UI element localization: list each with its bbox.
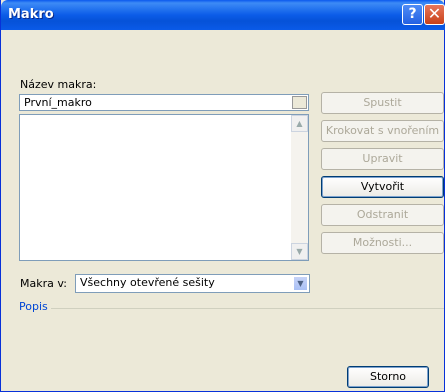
list-scrollbar[interactable]: ▲ ▼ xyxy=(291,115,308,260)
macros-in-select[interactable]: Všechny otevřené sešity ▼ xyxy=(75,274,310,293)
delete-button[interactable]: Odstranit xyxy=(321,204,444,226)
run-button[interactable]: Spustit xyxy=(321,92,444,114)
edit-button[interactable]: Upravit xyxy=(321,148,444,170)
options-button[interactable]: Možnosti... xyxy=(321,232,444,254)
collapse-dialog-icon[interactable] xyxy=(292,96,307,109)
macro-name-value: První_makro xyxy=(24,96,92,109)
macro-dialog: Makro ? ✕ Název makra: První_makro ▲ ▼ S… xyxy=(0,0,445,392)
create-button-label: Vytvořit xyxy=(360,180,405,193)
help-button[interactable]: ? xyxy=(402,4,423,25)
scroll-up-icon[interactable]: ▲ xyxy=(291,115,308,132)
window-title: Makro xyxy=(8,7,54,22)
close-button[interactable]: ✕ xyxy=(424,4,445,25)
macro-list[interactable]: ▲ ▼ xyxy=(19,114,309,261)
title-bar: Makro ? ✕ xyxy=(1,0,445,30)
scroll-down-icon[interactable]: ▼ xyxy=(291,243,308,260)
macros-in-value: Všechny otevřené sešity xyxy=(80,276,215,289)
macro-name-label: Název makra: xyxy=(20,78,97,91)
cancel-button[interactable]: Storno xyxy=(347,366,429,388)
description-divider xyxy=(51,308,444,309)
cancel-button-label: Storno xyxy=(369,370,407,383)
step-into-button[interactable]: Krokovat s vnořením xyxy=(321,120,444,142)
description-label: Popis xyxy=(19,300,48,313)
macros-in-label: Makra v: xyxy=(20,277,67,290)
create-button[interactable]: Vytvořit xyxy=(321,176,444,198)
macro-name-input[interactable]: První_makro xyxy=(19,94,309,111)
chevron-down-icon[interactable]: ▼ xyxy=(293,276,308,291)
